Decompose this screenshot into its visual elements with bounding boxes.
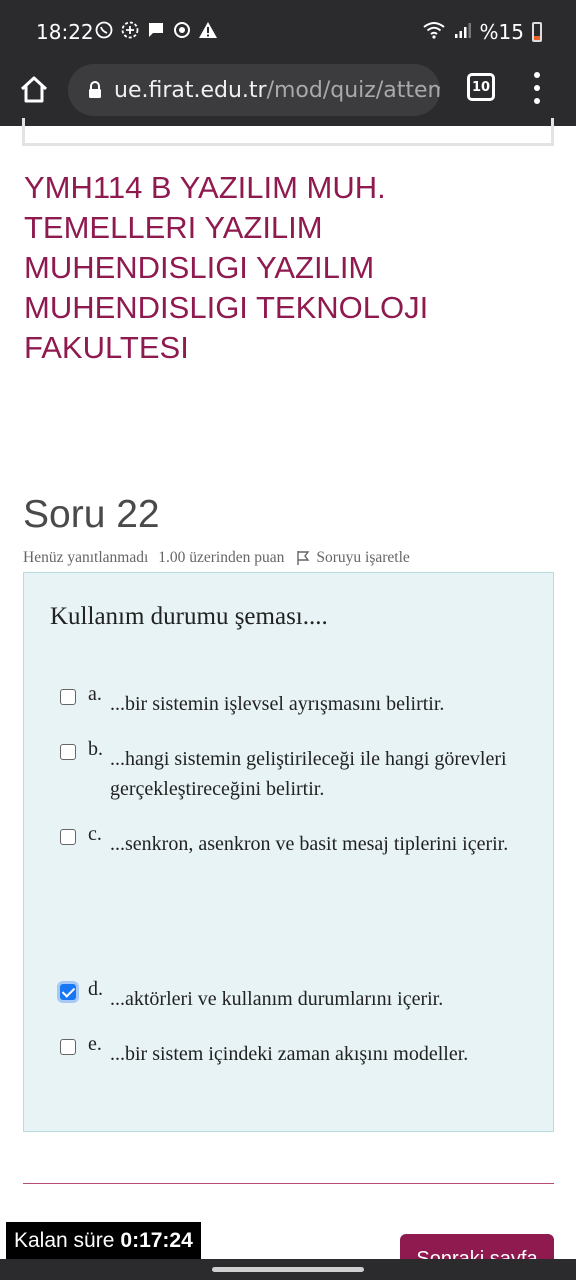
checkbox-a[interactable] bbox=[60, 689, 76, 705]
answer-option-b[interactable]: b. ...hangi sistemin geliştirileceği ile… bbox=[60, 738, 540, 802]
previous-block bbox=[22, 118, 554, 146]
answer-option-a[interactable]: a. ...bir sistemin işlevsel ayrışmasını … bbox=[60, 683, 540, 723]
system-nav-bar bbox=[0, 1259, 576, 1280]
timer-label: Kalan süre bbox=[14, 1229, 115, 1252]
answer-option-d[interactable]: d. ...aktörleri ve kullanım durumlarını … bbox=[60, 978, 540, 1018]
checkbox-e[interactable] bbox=[60, 1039, 76, 1055]
cell-signal-icon bbox=[454, 20, 472, 44]
quiz-timer: Kalan süre 0:17:24 bbox=[6, 1222, 201, 1260]
gesture-handle[interactable] bbox=[212, 1267, 364, 1272]
question-box: Kullanım durumu şeması.... a. ...bir sis… bbox=[23, 572, 554, 1132]
option-text-e: ...bir sistem içindeki zaman akışını mod… bbox=[110, 1043, 469, 1065]
status-bar: 18:22 %15 bbox=[0, 0, 576, 64]
question-status: Henüz yanıtlanmadı bbox=[23, 549, 149, 566]
course-title: YMH114 B YAZILIM MUH. TEMELLERI YAZILIM … bbox=[24, 170, 429, 365]
option-text-c: ...senkron, asenkron ve basit mesaj tipl… bbox=[110, 833, 509, 855]
option-text-a: ...bir sistemin işlevsel ayrışmasını bel… bbox=[110, 693, 445, 715]
browser-toolbar: ue.firat.edu.tr/mod/quiz/attemp 10 bbox=[0, 64, 576, 126]
option-letter-c: c. bbox=[88, 823, 102, 845]
question-text: Kullanım durumu şeması.... bbox=[50, 603, 328, 630]
option-text-b: ...hangi sistemin geliştirileceği ile ha… bbox=[110, 748, 507, 800]
url-path: /mod/quiz/attemp bbox=[266, 77, 440, 103]
answer-option-e[interactable]: e. ...bir sistem içindeki zaman akışını … bbox=[60, 1033, 540, 1097]
notification-icons bbox=[94, 20, 218, 40]
home-button[interactable] bbox=[18, 74, 50, 106]
checkbox-c[interactable] bbox=[60, 829, 76, 845]
option-letter-b: b. bbox=[88, 738, 103, 760]
question-number: Soru 22 bbox=[23, 493, 160, 536]
signal-messenger-icon bbox=[120, 20, 140, 40]
checkbox-d[interactable] bbox=[60, 984, 76, 1000]
tab-switcher-button[interactable]: 10 bbox=[467, 73, 495, 101]
question-info: Henüz yanıtlanmadı 1.00 üzerinden puan S… bbox=[23, 549, 410, 567]
wifi-icon bbox=[422, 20, 446, 44]
whatsapp-icon bbox=[94, 20, 114, 40]
option-text-d: ...aktörleri ve kullanım durumlarını içe… bbox=[110, 988, 444, 1010]
sync-icon bbox=[172, 20, 192, 40]
timer-value: 0:17:24 bbox=[120, 1229, 193, 1252]
section-divider bbox=[23, 1183, 554, 1184]
battery-percent: %15 bbox=[479, 20, 524, 44]
chat-icon bbox=[146, 20, 166, 40]
option-letter-a: a. bbox=[88, 683, 102, 705]
home-icon bbox=[20, 76, 48, 103]
url-text: ue.firat.edu.tr/mod/quiz/attemp bbox=[114, 78, 440, 103]
answer-option-c[interactable]: c. ...senkron, asenkron ve basit mesaj t… bbox=[60, 823, 540, 887]
lock-icon bbox=[88, 81, 102, 99]
flag-question-link[interactable]: Soruyu işaretle bbox=[296, 549, 410, 567]
url-host: ue.firat.edu.tr bbox=[114, 77, 267, 103]
address-bar[interactable]: ue.firat.edu.tr/mod/quiz/attemp bbox=[68, 64, 440, 116]
battery-icon bbox=[532, 22, 542, 42]
status-right: %15 bbox=[422, 20, 542, 44]
question-points: 1.00 üzerinden puan bbox=[158, 549, 285, 566]
warning-icon bbox=[198, 20, 218, 40]
overflow-menu-button[interactable] bbox=[532, 72, 542, 104]
flag-icon bbox=[297, 551, 310, 565]
checkbox-b[interactable] bbox=[60, 744, 76, 760]
flag-label: Soruyu işaretle bbox=[316, 549, 410, 566]
status-time: 18:22 bbox=[36, 20, 94, 44]
option-letter-e: e. bbox=[88, 1033, 102, 1055]
option-letter-d: d. bbox=[88, 978, 103, 1000]
